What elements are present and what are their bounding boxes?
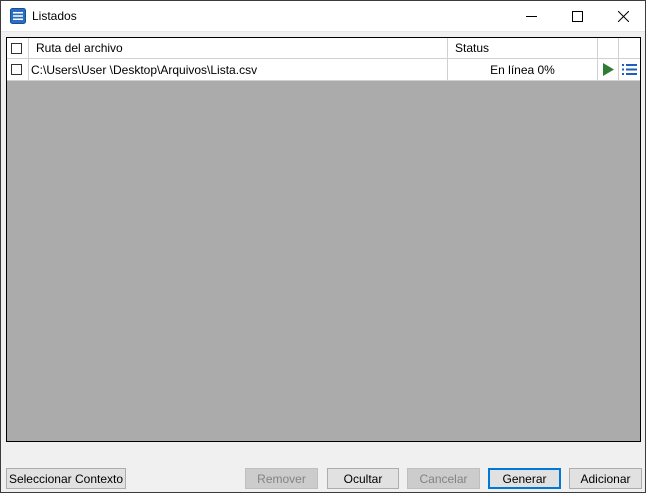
header-select-all-cell[interactable] <box>7 38 29 58</box>
maximize-button[interactable] <box>554 1 600 31</box>
maximize-icon <box>571 10 583 22</box>
close-icon <box>617 10 629 22</box>
row-path: C:\Users\User \Desktop\Arquivos\Lista.cs… <box>31 62 258 77</box>
list-app-icon <box>10 8 26 24</box>
select-all-checkbox[interactable] <box>11 42 22 54</box>
add-button[interactable]: Adicionar <box>569 468 642 489</box>
column-header-run <box>598 38 619 58</box>
minimize-button[interactable] <box>508 1 554 31</box>
column-header-path[interactable]: Ruta del archivo <box>29 38 448 58</box>
window-title: Listados <box>32 9 77 23</box>
cancel-button[interactable]: Cancelar <box>407 468 480 489</box>
generate-button[interactable]: Generar <box>488 468 561 489</box>
row-checkbox[interactable] <box>11 64 22 75</box>
select-context-button[interactable]: Seleccionar Contexto <box>6 468 126 489</box>
close-button[interactable] <box>600 1 646 31</box>
column-header-status[interactable]: Status <box>448 38 598 58</box>
column-header-path-label: Ruta del archivo <box>36 41 123 55</box>
table-row[interactable]: C:\Users\User \Desktop\Arquivos\Lista.cs… <box>7 59 640 81</box>
row-details-button[interactable] <box>619 59 640 80</box>
hide-button[interactable]: Ocultar <box>327 468 399 489</box>
minimize-icon <box>525 15 537 17</box>
window: Listados Ruta del archivo Status C:\User… <box>0 0 646 493</box>
row-path-cell[interactable]: C:\Users\User \Desktop\Arquivos\Lista.cs… <box>29 59 448 80</box>
title-bar[interactable]: Listados <box>1 1 645 32</box>
row-status-cell: En línea 0% <box>448 59 598 80</box>
play-icon <box>603 63 614 76</box>
column-header-details <box>619 38 640 58</box>
column-header-status-label: Status <box>455 41 490 55</box>
files-grid[interactable]: Ruta del archivo Status C:\Users\User \D… <box>6 37 641 442</box>
grid-header-row: Ruta del archivo Status <box>7 38 640 59</box>
remove-button[interactable]: Remover <box>245 468 318 489</box>
row-run-button[interactable] <box>598 59 619 80</box>
row-status: En línea 0% <box>490 62 555 77</box>
row-checkbox-cell[interactable] <box>7 59 29 80</box>
list-details-icon <box>622 64 637 75</box>
